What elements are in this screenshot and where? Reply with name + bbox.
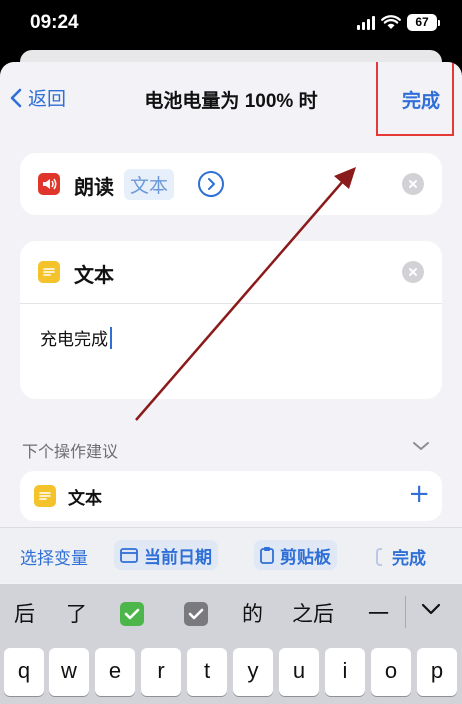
text-action-card[interactable]: 文本 充电完成 (20, 241, 442, 399)
candidate-word[interactable]: 之后 (292, 598, 334, 628)
expand-chevron-icon[interactable] (198, 171, 224, 197)
key[interactable]: o (371, 648, 411, 696)
clipboard-variable[interactable]: 剪贴板 (254, 540, 337, 570)
candidate-word[interactable]: 的 (242, 598, 263, 628)
calendar-icon (120, 548, 138, 563)
battery-icon: 67 (407, 14, 440, 31)
key[interactable]: y (233, 648, 273, 696)
key[interactable]: u (279, 648, 319, 696)
battery-level: 67 (407, 14, 437, 31)
clipboard-icon (260, 547, 274, 564)
key[interactable]: e (95, 648, 135, 696)
keyboard-row: q w e r t y u i o p (0, 648, 462, 704)
partial-chip (376, 547, 382, 566)
chevron-down-icon[interactable] (412, 440, 430, 452)
candidate-bar: 后 了 的 之后 一 (0, 584, 462, 642)
current-date-label: 当前日期 (144, 547, 212, 567)
text-input-value: 充电完成 (40, 330, 108, 349)
suggestion-item-text[interactable]: 文本 + (20, 471, 442, 521)
key[interactable]: q (4, 648, 44, 696)
candidate-word[interactable]: 了 (66, 598, 87, 628)
current-date-variable[interactable]: 当前日期 (114, 540, 218, 570)
speak-action-card[interactable]: 朗读 文本 (20, 153, 442, 215)
done-highlight-box (376, 62, 454, 136)
keyboard-done-label: 完成 (392, 549, 426, 568)
key[interactable]: t (187, 648, 227, 696)
speak-param-text[interactable]: 文本 (124, 169, 175, 200)
speak-action-label: 朗读 (74, 177, 114, 199)
text-input-field[interactable]: 充电完成 (40, 325, 112, 350)
candidate-word[interactable]: 一 (368, 598, 389, 628)
variable-bar: 选择变量 当前日期 剪贴板 完成 (0, 527, 462, 583)
remove-action-icon[interactable] (402, 261, 424, 283)
expand-candidates-chevron-icon[interactable] (420, 602, 442, 616)
status-bar: 09:24 67 (0, 0, 462, 52)
candidate-word[interactable]: 后 (14, 598, 35, 628)
check-box-gray-icon[interactable] (184, 602, 208, 626)
speaker-icon (38, 173, 60, 195)
suggestions-header: 下个操作建议 (22, 444, 119, 461)
cellular-signal-icon (357, 15, 375, 30)
check-box-green-icon[interactable] (120, 602, 144, 626)
status-time: 09:24 (30, 12, 79, 33)
note-icon (34, 485, 56, 507)
key[interactable]: i (325, 648, 365, 696)
key[interactable]: w (49, 648, 89, 696)
wifi-icon (381, 15, 401, 29)
text-caret (110, 326, 112, 349)
remove-action-icon[interactable] (402, 173, 424, 195)
clipboard-label: 剪贴板 (280, 547, 331, 567)
status-icons: 67 (357, 14, 440, 31)
suggestion-label: 文本 (68, 489, 102, 508)
key[interactable]: p (417, 648, 457, 696)
select-variable-button[interactable]: 选择变量 (20, 544, 88, 569)
keyboard-done-button[interactable]: 完成 (376, 544, 426, 569)
add-icon[interactable]: + (408, 479, 430, 509)
divider (20, 303, 442, 304)
key[interactable]: r (141, 648, 181, 696)
text-action-label: 文本 (74, 265, 114, 287)
note-icon (38, 261, 60, 283)
keyboard: 后 了 的 之后 一 q w e r t y u i o p (0, 584, 462, 704)
candidate-divider (405, 596, 406, 628)
